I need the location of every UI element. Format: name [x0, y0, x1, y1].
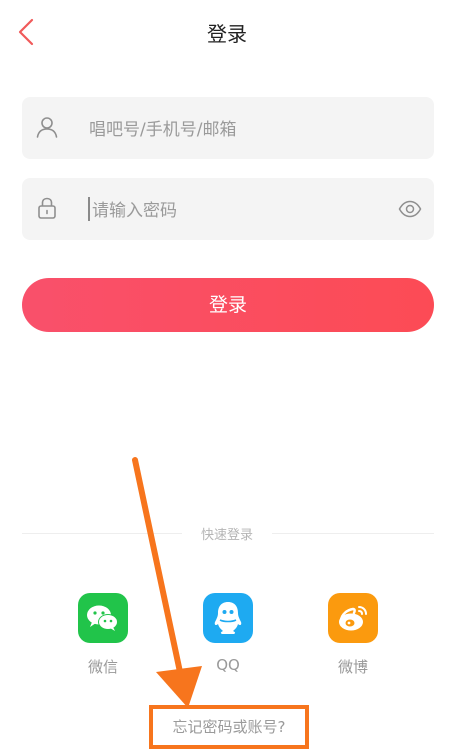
- account-input[interactable]: 唱吧号/手机号/邮箱: [89, 115, 236, 140]
- wechat-icon: [78, 593, 128, 643]
- nav-bar: 登录: [0, 0, 454, 64]
- wechat-login-button[interactable]: 微信: [76, 593, 130, 677]
- page-title: 登录: [207, 22, 247, 46]
- qq-icon: [203, 593, 253, 643]
- qq-label: QQ: [216, 656, 240, 674]
- account-field[interactable]: 唱吧号/手机号/邮箱: [22, 97, 434, 159]
- user-icon: [36, 117, 58, 138]
- weibo-icon: [328, 593, 378, 643]
- text-caret: [88, 197, 90, 221]
- quick-login-label: 快速登录: [200, 528, 253, 543]
- forgot-password-link[interactable]: 忘记密码或账号?: [149, 705, 309, 749]
- wechat-label: 微信: [87, 658, 118, 676]
- weibo-label: 微博: [337, 658, 368, 676]
- password-field[interactable]: 请输入密码: [22, 178, 434, 240]
- weibo-login-button[interactable]: 微博: [326, 593, 380, 677]
- qq-login-button[interactable]: QQ: [201, 593, 255, 674]
- lock-icon: [38, 197, 56, 219]
- eye-icon[interactable]: [398, 197, 422, 221]
- login-button[interactable]: 登录: [22, 278, 434, 332]
- password-input[interactable]: 请输入密码: [92, 196, 177, 221]
